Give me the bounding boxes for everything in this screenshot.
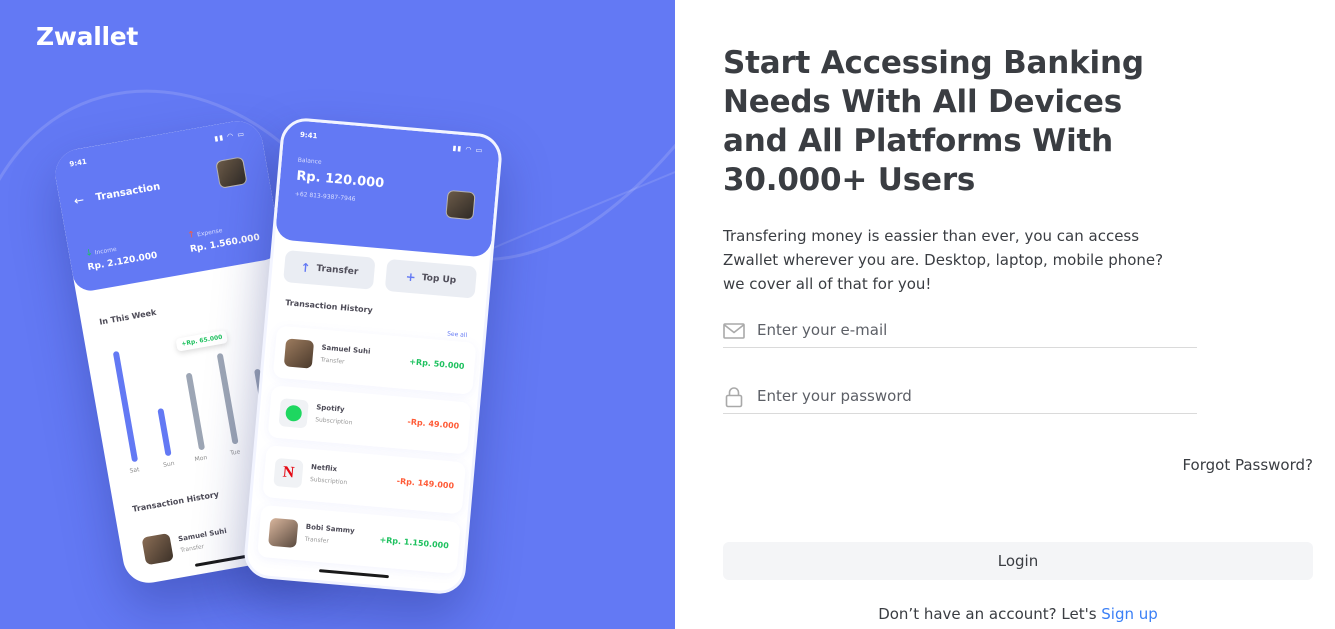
home-indicator	[318, 569, 389, 579]
transfer-button: ↑ Transfer	[283, 250, 376, 290]
avatar	[445, 189, 476, 221]
contact-sub: Transfer	[179, 543, 205, 555]
list-item: N Netflix Subscription -Rp. 149.000	[262, 445, 467, 515]
quick-actions: ↑ Transfer + Top Up	[283, 250, 481, 301]
day-label: Sun	[162, 459, 176, 469]
transaction-type: Transfer	[320, 356, 345, 366]
login-panel: Start Accessing Banking Needs With All D…	[675, 0, 1335, 629]
expense-label: Expense	[196, 227, 223, 239]
transaction-amount: -Rp. 149.000	[396, 476, 455, 491]
forgot-password-link[interactable]: Forgot Password?	[1182, 456, 1313, 474]
avatar	[215, 156, 248, 189]
plus-icon: +	[405, 269, 417, 285]
arrow-up-icon: ↑	[299, 260, 312, 276]
front-history-title: Transaction History	[284, 298, 374, 315]
email-field	[723, 316, 1197, 348]
bar-mon	[185, 372, 206, 451]
day-label: Tue	[229, 448, 241, 458]
week-title: In This Week	[98, 307, 157, 327]
email-input[interactable]	[757, 318, 1187, 342]
status-icons: ▮▮ ◠ ▭	[213, 129, 246, 143]
back-arrow-icon: ←	[72, 192, 86, 209]
avatar	[141, 532, 174, 566]
list-item: Bobi Sammy Transfer +Rp. 1.150.000	[257, 504, 461, 575]
balance-value: Rp. 120.000	[295, 168, 385, 192]
password-field	[723, 382, 1197, 414]
transaction-name: Samuel Suhi	[321, 343, 371, 356]
transaction-amount: +Rp. 1.150.000	[379, 535, 450, 551]
expense-stat: ↑Expense Rp. 1.560.000	[187, 219, 261, 255]
balance-label: Balance	[297, 156, 322, 166]
signup-prompt: Don’t have an account? Let's Sign up	[723, 605, 1313, 623]
page-description: Transfering money is eassier than ever, …	[723, 227, 1164, 293]
status-time: 9:41	[68, 157, 88, 169]
signup-text: Don’t have an account? Let's	[878, 605, 1102, 623]
bar-sat	[112, 350, 139, 463]
transaction-type: Subscription	[314, 416, 353, 427]
transaction-name: Spotify	[315, 403, 345, 414]
transaction-type: Transfer	[304, 535, 330, 545]
password-input[interactable]	[757, 384, 1187, 408]
front-phone-mockup: 9:41 ▮▮ ◠ ▭ Balance Rp. 120.000 +62 813-…	[242, 116, 504, 596]
back-history-title: Transaction History	[131, 489, 220, 514]
status-icons: ▮▮ ◠ ▭	[452, 144, 484, 155]
netflix-icon: N	[273, 457, 304, 489]
bar-tue	[216, 352, 239, 445]
status-time: 9:41	[299, 130, 318, 141]
day-label: Sat	[129, 466, 141, 475]
front-phone-header: 9:41 ▮▮ ◠ ▭ Balance Rp. 120.000 +62 813-…	[274, 119, 501, 258]
transaction-amount: +Rp. 50.000	[408, 357, 465, 371]
mail-icon	[723, 323, 745, 339]
bar-sun	[157, 408, 172, 457]
topup-button: + Top Up	[384, 258, 478, 299]
brand-logo: Zwallet	[36, 22, 139, 51]
lock-icon	[725, 387, 743, 408]
phone-number: +62 813-9387-7946	[294, 190, 356, 203]
income-stat: ↓Income Rp. 2.120.000	[85, 237, 159, 273]
day-label: Mon	[194, 454, 208, 464]
signup-link[interactable]: Sign up	[1101, 605, 1158, 623]
page-title: Start Accessing Banking Needs With All D…	[723, 45, 1144, 198]
login-button[interactable]: Login	[723, 542, 1313, 580]
transaction-name: Netflix	[310, 463, 338, 474]
transaction-name: Bobi Sammy	[305, 522, 355, 536]
arrow-down-icon: ↓	[84, 247, 94, 260]
arrow-up-icon: ↑	[186, 229, 197, 242]
back-phone-title: Transaction	[94, 181, 162, 204]
avatar	[268, 517, 299, 549]
see-all-link: See all	[446, 330, 468, 340]
transaction-type: Subscription	[309, 475, 348, 487]
avatar	[283, 338, 315, 369]
chart-tooltip: +Rp. 65.000	[175, 329, 229, 352]
income-label: Income	[94, 245, 118, 257]
hero-panel: Zwallet 9:41 ▮▮ ◠ ▭ ← Transaction ↓Incom…	[0, 0, 675, 629]
list-item: Spotify Subscription -Rp. 49.000	[267, 385, 472, 455]
spotify-icon	[278, 398, 309, 429]
contact-name: Samuel Suhi	[177, 526, 228, 544]
transaction-amount: -Rp. 49.000	[407, 417, 460, 431]
